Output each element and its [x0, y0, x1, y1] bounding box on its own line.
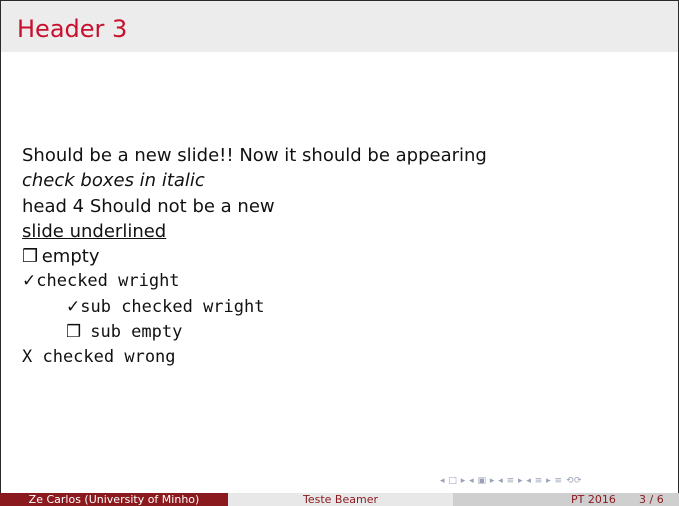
sub-item-checked: ✓sub checked wright: [22, 295, 662, 320]
slide-body: Should be a new slide!! Now it should be…: [22, 143, 662, 371]
footer-right: PT 2016 3 / 6: [453, 493, 679, 506]
item-label: sub empty: [80, 322, 183, 343]
underlined-text: slide underlined: [22, 220, 167, 242]
empty-box-icon: ❒: [22, 246, 39, 268]
footer: Ze Carlos (University of Minho) Teste Be…: [0, 493, 679, 506]
empty-box-icon: ❒: [66, 322, 82, 343]
item-label: checked wright: [36, 271, 180, 292]
item-label: empty: [36, 246, 100, 268]
footer-page-number: 3 / 6: [639, 493, 664, 506]
body-line: Should be a new slide!! Now it should be…: [22, 145, 487, 166]
footer-author: Ze Carlos (University of Minho): [0, 493, 228, 506]
check-icon: ✓: [22, 271, 37, 292]
footer-title: Teste Beamer: [228, 493, 453, 506]
checkbox-item-checked: ✓checked wright: [22, 269, 662, 294]
checked-wrong-item: X checked wrong: [22, 347, 176, 368]
item-label: sub checked wright: [80, 296, 265, 317]
body-line: head 4 Should not be a new: [22, 195, 275, 217]
check-icon: ✓: [66, 296, 81, 317]
sub-item-empty: ❒ sub empty: [22, 320, 662, 345]
slide-title: Header 3: [17, 15, 128, 43]
italic-line: check boxes in italic: [22, 170, 205, 192]
checkbox-item-empty: ❒ empty: [22, 244, 662, 269]
beamer-navigation-icons[interactable]: ◂ □ ▸ ◂ ▣ ▸ ◂ ≡ ▸ ◂ ≡ ▸ ≡ ⟲⟳: [440, 476, 582, 486]
underlined-line: slide underlined: [22, 219, 662, 244]
footer-conference: PT 2016: [571, 493, 616, 506]
